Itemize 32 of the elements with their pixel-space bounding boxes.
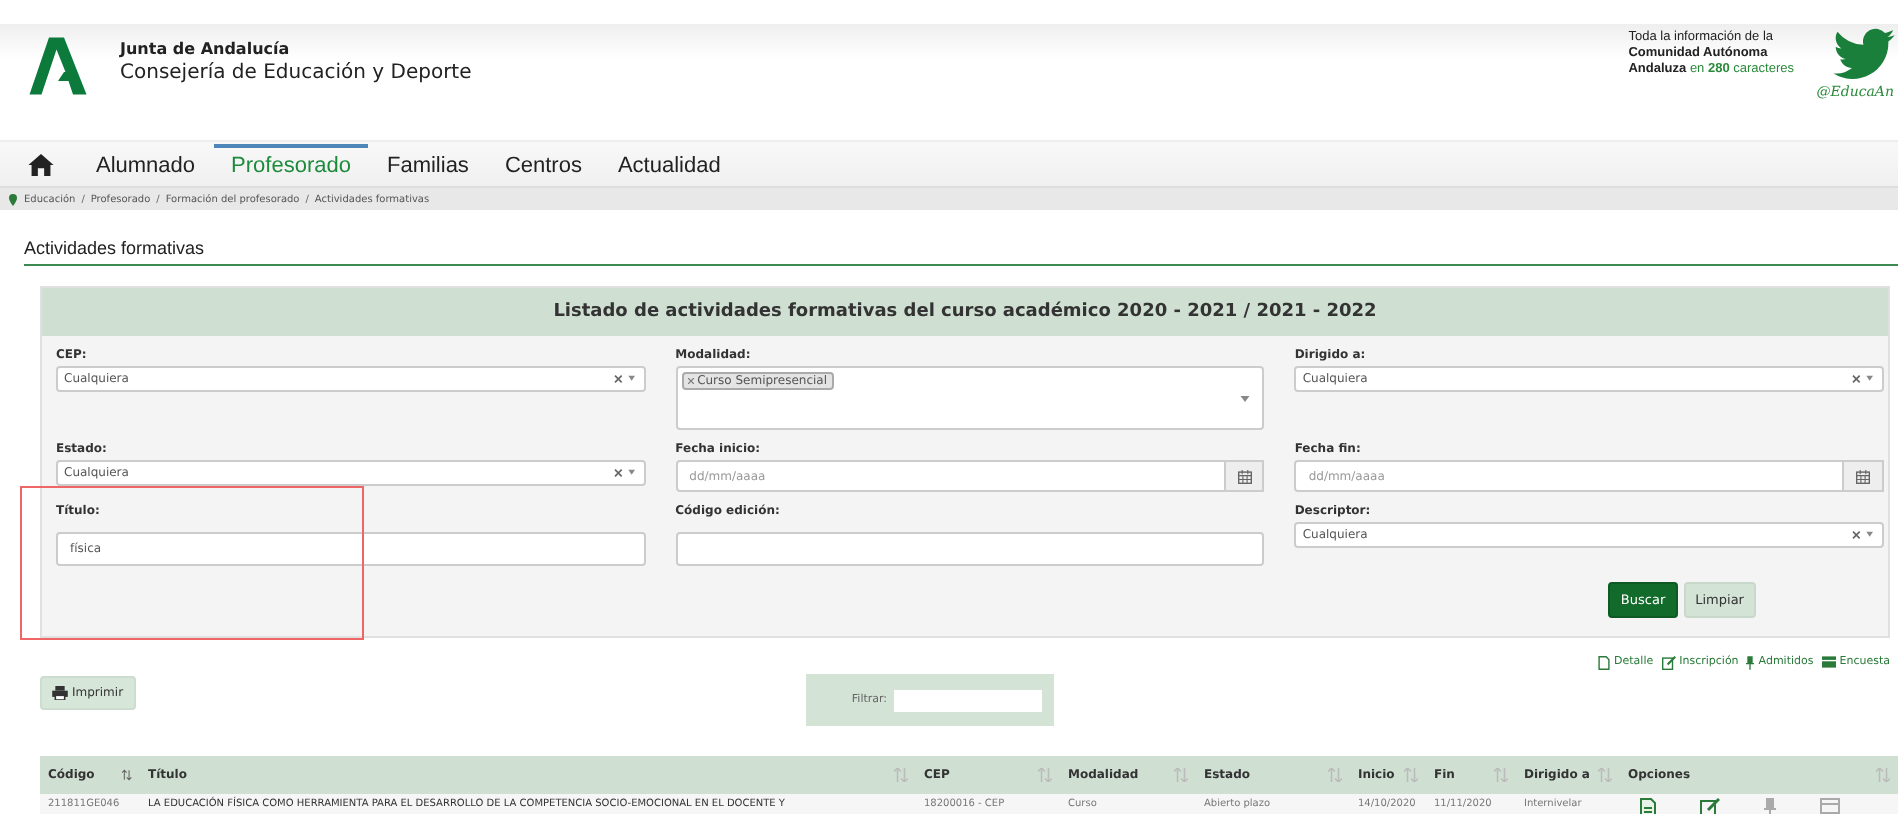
page-title: Actividades formativas bbox=[24, 238, 207, 258]
card-icon bbox=[1821, 656, 1836, 668]
caret-icon bbox=[1240, 396, 1251, 402]
edit-icon[interactable] bbox=[1700, 798, 1720, 814]
calendar-button[interactable] bbox=[1844, 460, 1884, 492]
nav-tab[interactable]: Actualidad bbox=[599, 144, 739, 184]
nav-tab[interactable]: Familias bbox=[368, 144, 487, 184]
clear-caret-icon bbox=[1849, 374, 1876, 384]
logo-icon bbox=[28, 36, 88, 96]
calendar-icon bbox=[1237, 469, 1252, 483]
bird-icon[interactable] bbox=[1830, 28, 1898, 84]
printer-icon bbox=[52, 686, 68, 700]
panel-title: Listado de actividades formativas del curso académico 2020 - 2021 / 2021 - 2022 bbox=[42, 288, 1888, 336]
nav-tab[interactable]: Centros bbox=[486, 144, 600, 184]
home-icon[interactable] bbox=[28, 153, 54, 175]
department-name: Consejería de Educación y Deporte bbox=[120, 62, 472, 84]
document-icon bbox=[1598, 655, 1611, 669]
calendar-icon bbox=[1856, 469, 1871, 483]
org-name: Junta de Andalucía bbox=[120, 40, 292, 58]
clear-caret-icon bbox=[1849, 530, 1876, 540]
calendar-button[interactable] bbox=[1225, 460, 1265, 492]
clear-caret-icon bbox=[611, 374, 638, 384]
pin-icon bbox=[1746, 655, 1755, 669]
edit-icon bbox=[1661, 655, 1676, 669]
remove-icon[interactable] bbox=[687, 378, 694, 384]
text-field[interactable] bbox=[675, 532, 1265, 566]
location-pin-icon bbox=[8, 193, 18, 205]
nav-tab[interactable]: Profesorado bbox=[213, 144, 369, 184]
clear-caret-icon bbox=[611, 468, 638, 478]
nav-tab[interactable]: Alumnado bbox=[78, 144, 214, 184]
document-icon[interactable] bbox=[1640, 798, 1656, 814]
filter-field[interactable] bbox=[893, 689, 1042, 711]
